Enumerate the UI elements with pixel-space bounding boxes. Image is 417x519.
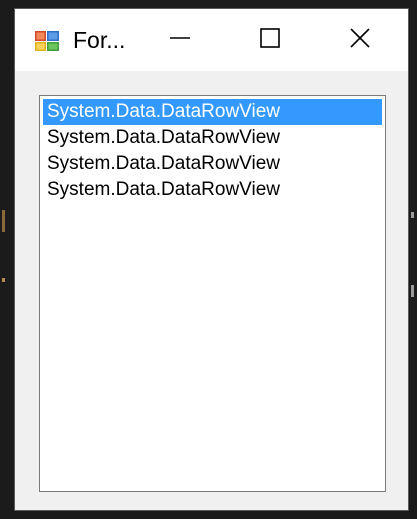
- list-item[interactable]: System.Data.DataRowView: [43, 99, 382, 125]
- minimize-button[interactable]: [153, 9, 207, 71]
- close-button[interactable]: [333, 9, 387, 71]
- maximize-button[interactable]: [243, 9, 297, 71]
- form-window: For... System.Data.DataRowView System.Da…: [14, 8, 409, 511]
- list-item[interactable]: System.Data.DataRowView: [43, 125, 382, 151]
- window-title: For...: [73, 27, 126, 53]
- backdrop-fragment: [2, 278, 5, 282]
- maximize-icon: [259, 27, 281, 54]
- close-icon: [349, 27, 371, 54]
- app-form-icon[interactable]: [35, 31, 59, 51]
- data-listbox[interactable]: System.Data.DataRowView System.Data.Data…: [39, 95, 386, 492]
- list-item[interactable]: System.Data.DataRowView: [43, 177, 382, 203]
- list-item[interactable]: System.Data.DataRowView: [43, 151, 382, 177]
- minimize-icon: [169, 27, 191, 54]
- title-bar[interactable]: For...: [15, 9, 408, 71]
- backdrop-fragment: [411, 285, 414, 297]
- backdrop-fragment: [2, 210, 5, 232]
- backdrop-fragment: [411, 212, 414, 218]
